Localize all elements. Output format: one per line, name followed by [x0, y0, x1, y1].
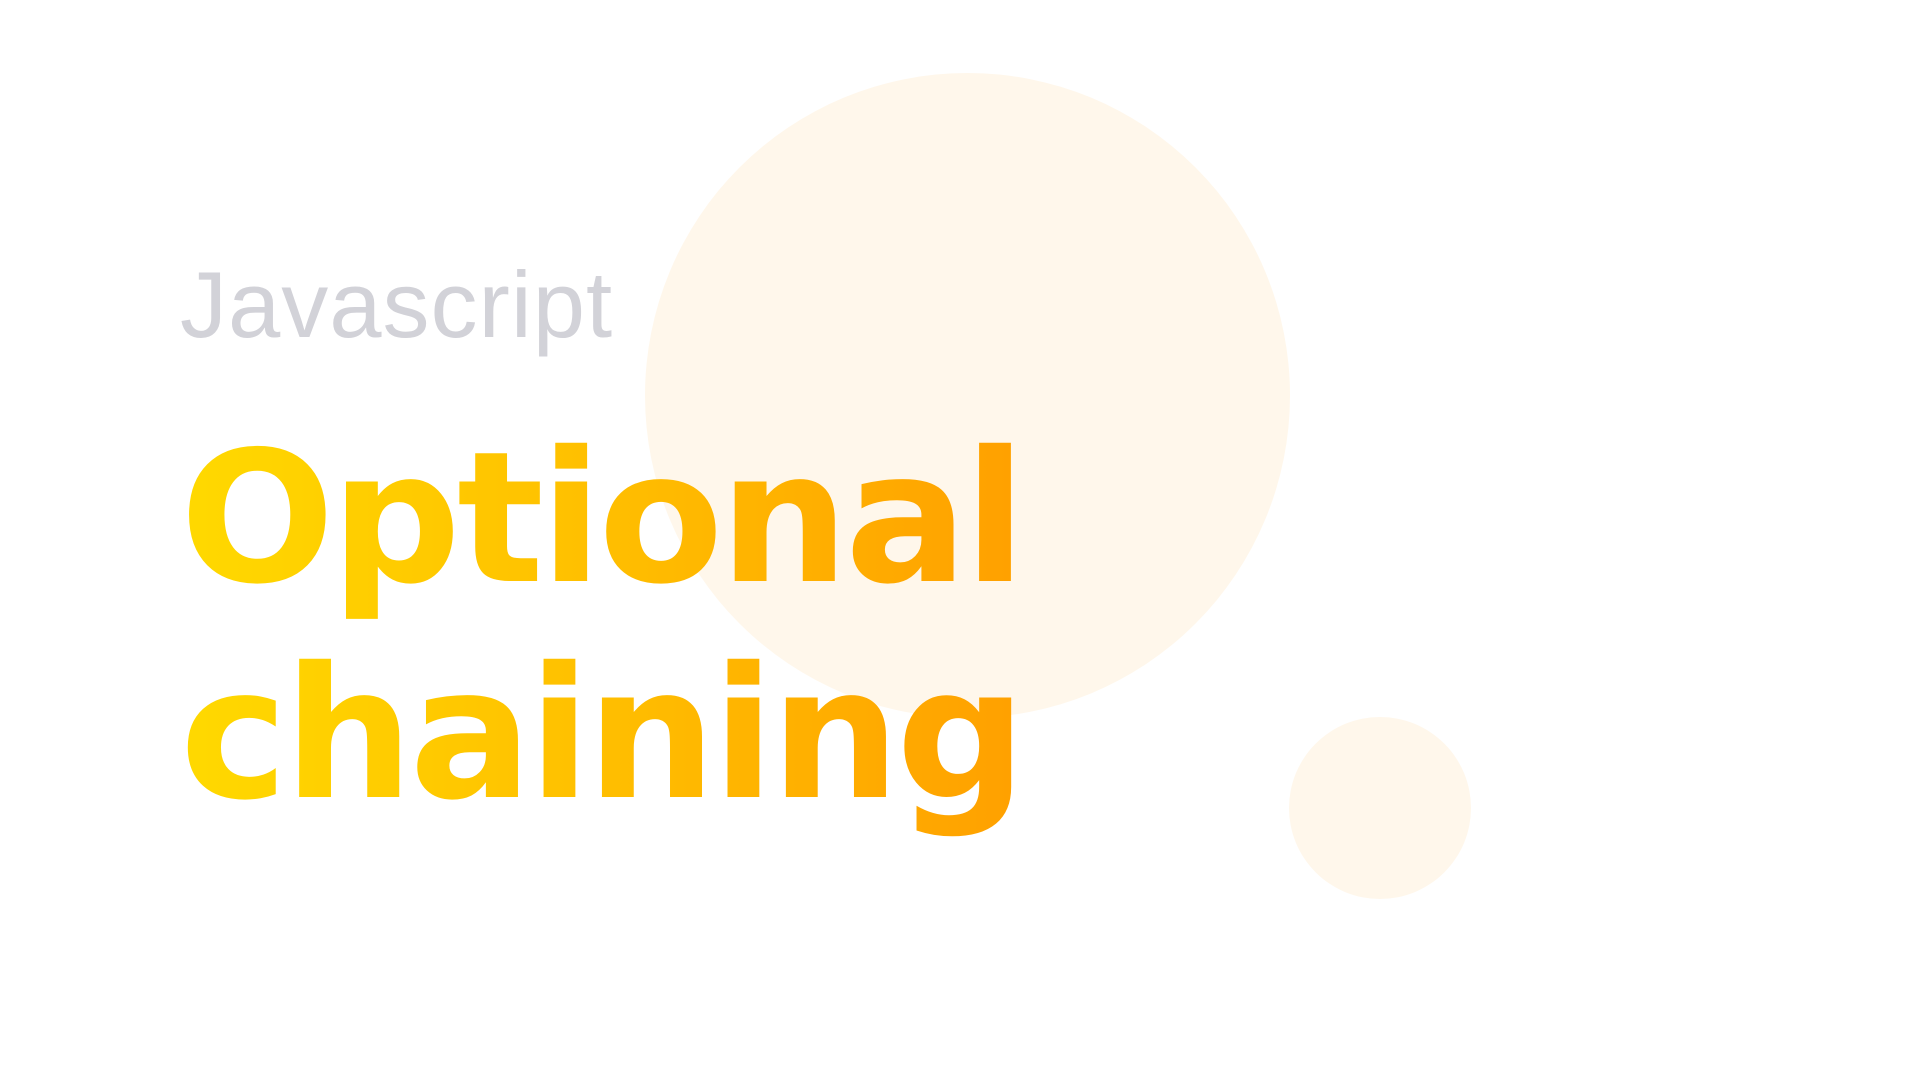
title-slide: Javascript Optional chaining [0, 0, 1920, 1080]
slide-title-line-2: chaining [180, 628, 1023, 840]
slide-title: Optional chaining [180, 410, 1022, 842]
small-decorative-circle [1289, 717, 1471, 899]
slide-eyebrow: Javascript [180, 252, 614, 357]
slide-title-line-1: Optional [180, 412, 1023, 624]
